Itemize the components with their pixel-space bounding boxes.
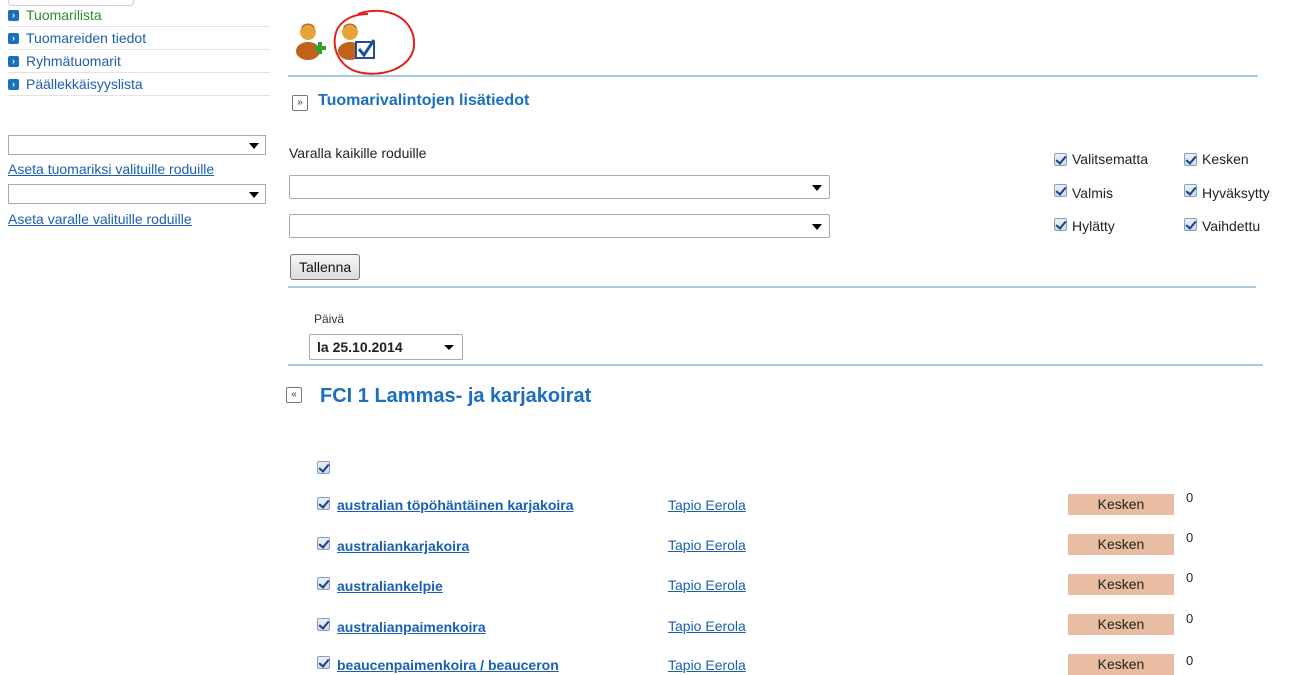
filter-checkbox-hyvaksytty[interactable] — [1184, 184, 1197, 197]
judge-link[interactable]: Tapio Eerola — [668, 657, 746, 673]
filter-label: Hyväksytty — [1202, 185, 1270, 201]
row-checkbox[interactable] — [317, 656, 330, 669]
sidebar-item-label: Ryhmätuomarit — [26, 53, 121, 69]
filter-label: Hylätty — [1072, 218, 1115, 234]
filter-label: Valmis — [1072, 185, 1113, 201]
reserve-select-2[interactable] — [289, 214, 830, 238]
reserve-label: Varalla kaikille roduille — [289, 145, 427, 161]
judge-link[interactable]: Tapio Eerola — [668, 537, 746, 553]
filter-label: Vaihdettu — [1202, 218, 1261, 234]
row-count: 0 — [1186, 530, 1194, 545]
row-checkbox[interactable] — [317, 497, 330, 510]
dropdown-arrow-icon — [249, 143, 259, 149]
judge-select[interactable] — [8, 135, 266, 155]
group-title: FCI 1 Lammas- ja karjakoirat — [320, 385, 592, 407]
annotation-circle — [333, 9, 416, 75]
set-as-reserve-link[interactable]: Aseta varalle valituille roduille — [8, 211, 192, 227]
judge-link[interactable]: Tapio Eerola — [668, 497, 746, 513]
breed-link[interactable]: australiankarjakoira — [337, 538, 469, 554]
row-count: 0 — [1186, 570, 1194, 585]
row-checkbox[interactable] — [317, 577, 330, 590]
chevron-right-icon: › — [8, 78, 19, 90]
sidebar-item-label: Tuomareiden tiedot — [26, 30, 147, 46]
dropdown-arrow-icon — [249, 192, 259, 198]
row-checkbox[interactable] — [317, 618, 330, 631]
save-button[interactable]: Tallenna — [290, 254, 361, 280]
set-as-judge-link[interactable]: Aseta tuomariksi valituille roduille — [8, 161, 214, 177]
dropdown-arrow-icon — [812, 185, 822, 191]
filter-checkbox-valitsematta[interactable] — [1054, 153, 1067, 166]
sidebar-item-paallekkaisyyslista[interactable]: › Päällekkäisyyslista — [8, 73, 270, 96]
chevron-right-icon: › — [8, 32, 19, 44]
collapse-toggle-icon[interactable]: « — [286, 387, 302, 403]
expand-toggle-icon[interactable]: » — [292, 95, 308, 111]
row-count: 0 — [1186, 611, 1194, 626]
add-judge-icon[interactable] — [294, 18, 328, 62]
chevron-right-icon: › — [8, 9, 19, 21]
reserve-judge-select[interactable] — [8, 184, 266, 204]
day-select[interactable]: la 25.10.2014 — [309, 334, 463, 360]
sidebar-item-ryhmatuomarit[interactable]: › Ryhmätuomarit — [8, 50, 270, 73]
divider — [288, 75, 1258, 77]
reserve-select-1[interactable] — [289, 175, 830, 199]
filter-checkbox-kesken[interactable] — [1184, 153, 1197, 166]
select-all-checkbox[interactable] — [317, 461, 330, 474]
filter-label: Valitsematta — [1072, 151, 1148, 167]
row-count: 0 — [1186, 653, 1194, 668]
row-checkbox[interactable] — [317, 537, 330, 550]
day-label: Päivä — [314, 312, 345, 326]
details-section-title: Tuomarivalintojen lisätiedot — [318, 92, 530, 109]
status-badge: Kesken — [1068, 494, 1174, 515]
judge-link[interactable]: Tapio Eerola — [668, 577, 746, 593]
dropdown-arrow-icon — [444, 345, 454, 350]
sidebar-item-tuomarilista[interactable]: › Tuomarilista — [8, 4, 270, 27]
judge-link[interactable]: Tapio Eerola — [668, 618, 746, 634]
dropdown-arrow-icon — [812, 224, 822, 230]
divider — [288, 286, 1256, 288]
status-badge: Kesken — [1068, 614, 1174, 635]
chevron-right-icon: › — [8, 55, 19, 67]
filter-checkbox-vaihdettu[interactable] — [1184, 218, 1197, 231]
breed-link[interactable]: australian töpöhäntäinen karjakoira — [337, 497, 574, 513]
breed-link[interactable]: beaucenpaimenkoira / beauceron — [337, 657, 559, 673]
breed-link[interactable]: australiankelpie — [337, 578, 443, 594]
status-badge: Kesken — [1068, 574, 1174, 595]
filter-checkbox-valmis[interactable] — [1054, 184, 1067, 197]
sidebar-item-label: Tuomarilista — [26, 7, 102, 23]
sidebar-item-tuomareiden-tiedot[interactable]: › Tuomareiden tiedot — [8, 27, 270, 50]
filter-label: Kesken — [1202, 151, 1249, 167]
row-count: 0 — [1186, 490, 1194, 505]
status-badge: Kesken — [1068, 654, 1174, 675]
divider — [288, 364, 1263, 366]
breed-link[interactable]: australianpaimenkoira — [337, 619, 486, 635]
status-badge: Kesken — [1068, 534, 1174, 555]
filter-checkbox-hylatty[interactable] — [1054, 218, 1067, 231]
sidebar-item-label: Päällekkäisyyslista — [26, 76, 143, 92]
